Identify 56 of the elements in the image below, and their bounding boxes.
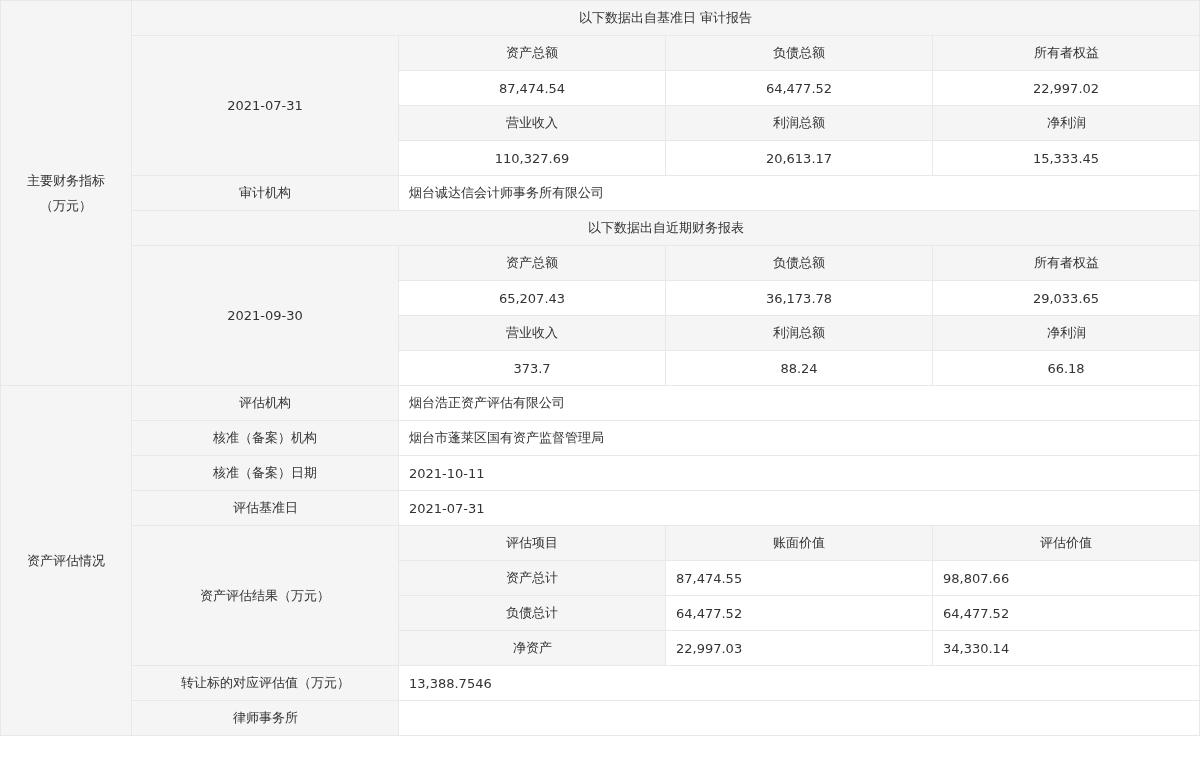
table-cell: 110,327.69 [494,150,570,166]
column-header: 负债总额 [773,255,825,270]
section-label: 资产评估情况 [26,552,106,570]
report-date: 2021-09-30 [227,308,303,323]
column-header: 净利润 [1046,115,1086,130]
table-cell: 373.7 [513,360,551,376]
field-value: 烟台诚达信会计师事务所有限公司 [409,185,604,200]
table-cell: 65,207.43 [498,290,566,306]
field-label: 转让标的对应评估值（万元） [180,675,350,690]
table-cell: 98,807.66 [943,570,1010,586]
table-cell: 29,033.65 [1032,290,1100,306]
report-title: 以下数据出自基准日 审计报告 [578,10,753,25]
table-cell: 64,477.52 [765,80,833,96]
column-header: 净利润 [1046,325,1086,340]
field-label: 评估机构 [239,395,291,410]
column-header: 营业收入 [506,325,558,340]
field-value: 2021-07-31 [409,500,485,516]
column-header: 资产总额 [506,255,558,270]
field-label: 资产评估结果（万元） [200,587,330,603]
column-header: 利润总额 [773,115,825,130]
table-cell: 20,613.17 [765,150,833,166]
row-header: 资产总计 [506,570,558,585]
table-cell: 87,474.54 [498,80,566,96]
report-title: 以下数据出自近期财务报表 [587,220,744,235]
table-cell: 87,474.55 [676,570,743,586]
table-cell: 15,333.45 [1032,150,1100,166]
field-value: 烟台浩正资产评估有限公司 [409,395,565,410]
column-header: 营业收入 [506,115,558,130]
field-value: 2021-10-11 [409,465,485,481]
table-cell: 88.24 [780,360,818,376]
field-label: 律师事务所 [232,710,298,725]
section-label: 主要财务指标（万元） [26,172,106,215]
field-label: 审计机构 [239,185,291,200]
table-cell: 66.18 [1047,360,1085,376]
field-value: 烟台市蓬莱区国有资产监督管理局 [409,430,604,445]
report-date: 2021-07-31 [227,98,303,113]
column-header: 评估价值 [1040,535,1092,550]
field-label: 评估基准日 [232,500,298,515]
table-cell: 34,330.14 [943,640,1010,656]
column-header: 所有者权益 [1033,45,1099,60]
field-value: 13,388.7546 [409,675,492,691]
column-header: 所有者权益 [1033,255,1099,270]
column-header: 账面价值 [773,535,825,550]
field-label: 核准（备案）日期 [213,465,317,480]
table-cell: 64,477.52 [943,605,1010,621]
table-cell: 22,997.03 [676,640,743,656]
column-header: 评估项目 [506,535,558,550]
table-cell: 64,477.52 [676,605,743,621]
column-header: 资产总额 [506,45,558,60]
table-cell: 36,173.78 [765,290,833,306]
column-header: 利润总额 [773,325,825,340]
column-header: 负债总额 [773,45,825,60]
row-header: 净资产 [512,640,552,655]
field-label: 核准（备案）机构 [213,430,317,445]
row-header: 负债总计 [506,605,558,620]
table-cell: 22,997.02 [1032,80,1100,96]
